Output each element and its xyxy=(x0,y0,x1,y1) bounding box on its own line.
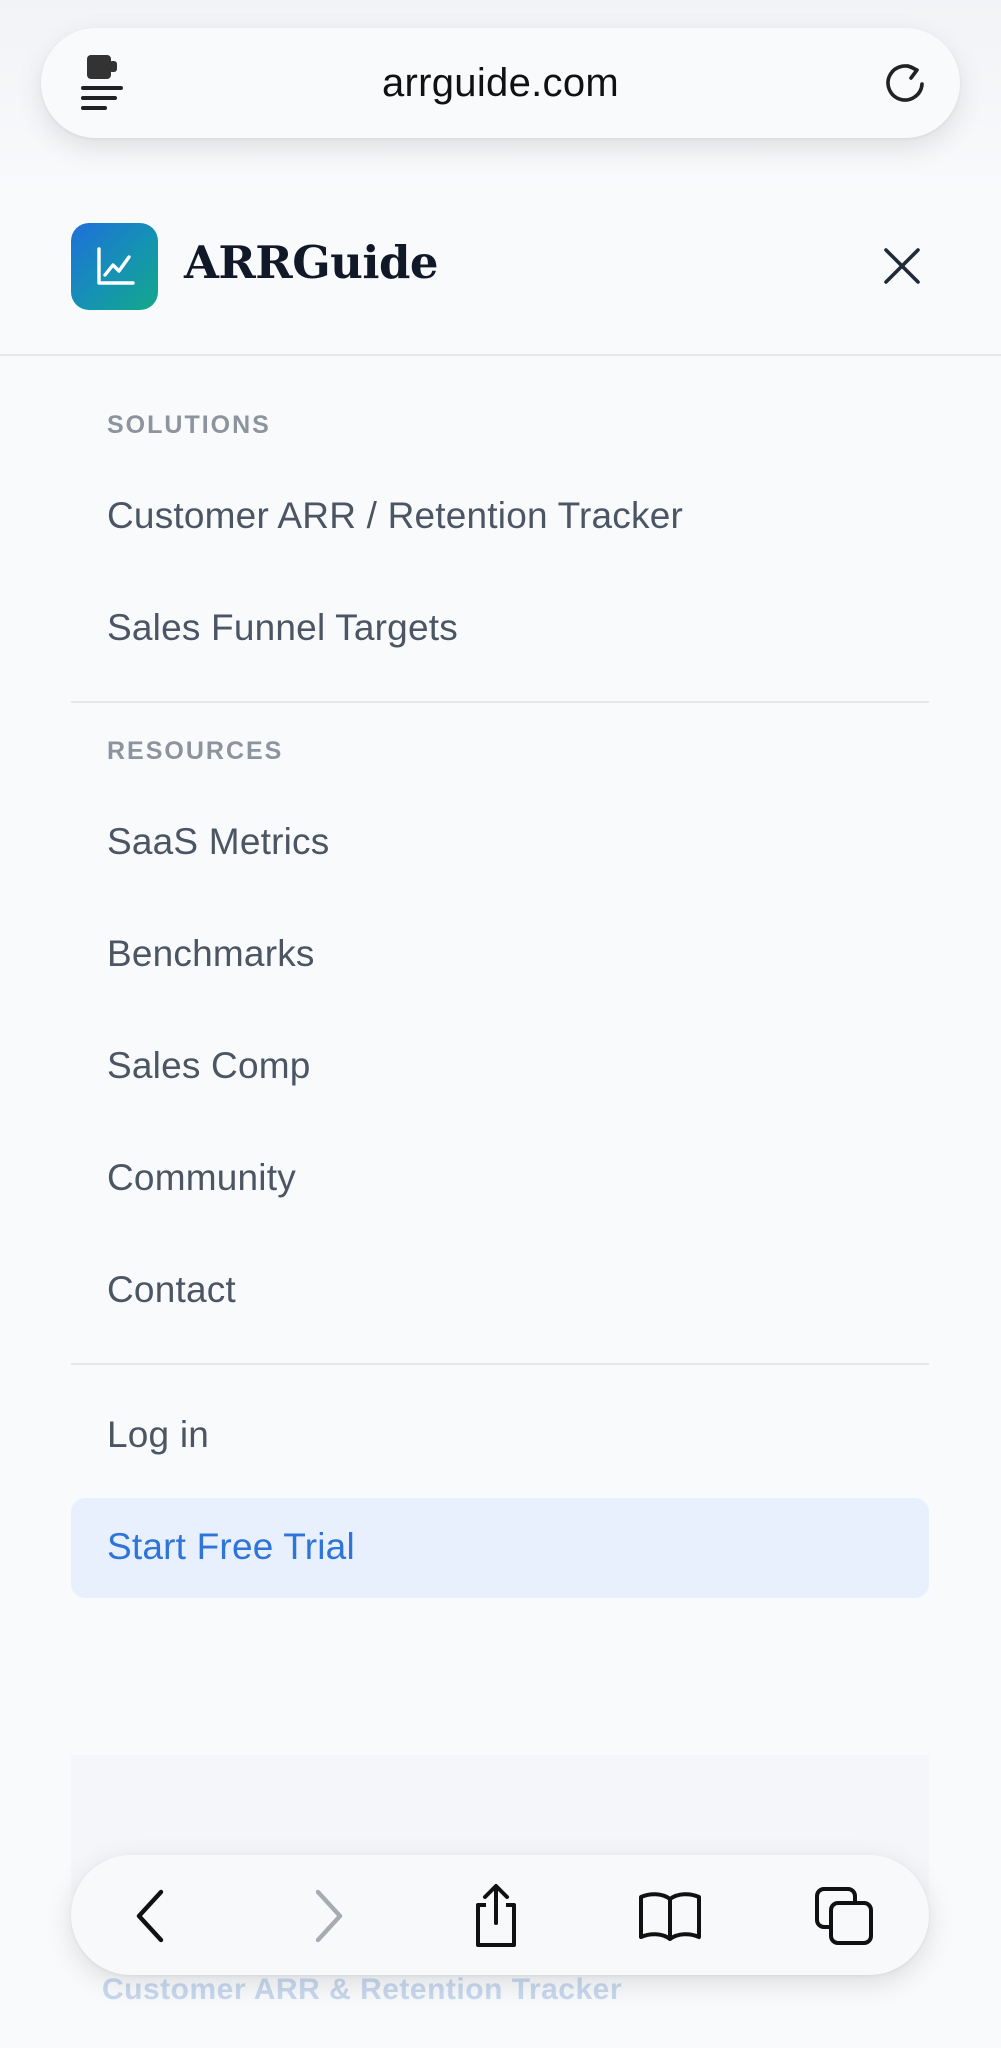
start-free-trial-label: Start Free Trial xyxy=(107,1526,355,1567)
chevron-left-icon xyxy=(136,1889,164,1943)
login-link[interactable]: Log in xyxy=(107,1414,209,1456)
menu-item-sales-comp[interactable]: Sales Comp xyxy=(107,1045,311,1087)
close-icon xyxy=(884,248,920,284)
share-button[interactable] xyxy=(461,1881,531,1951)
reader-extension-icon[interactable] xyxy=(79,52,129,112)
background-link-text: Customer ARR & Retention Tracker xyxy=(102,1973,622,2006)
menu-item-saas-metrics[interactable]: SaaS Metrics xyxy=(107,821,329,863)
menu-item-sales-funnel-targets[interactable]: Sales Funnel Targets xyxy=(107,607,458,649)
brand-name[interactable]: ARRGuide xyxy=(184,236,439,289)
url-text[interactable]: arrguide.com xyxy=(382,61,619,106)
book-icon xyxy=(639,1892,701,1941)
menu-item-customer-arr-tracker[interactable]: Customer ARR / Retention Tracker xyxy=(107,495,683,537)
menu-item-contact[interactable]: Contact xyxy=(107,1269,236,1311)
forward-button[interactable] xyxy=(293,1881,363,1951)
section-label-resources: RESOURCES xyxy=(107,737,284,765)
divider xyxy=(71,1363,929,1365)
address-bar[interactable]: arrguide.com xyxy=(41,28,960,138)
site-header: ARRGuide xyxy=(0,200,1001,356)
menu-item-community[interactable]: Community xyxy=(107,1157,296,1199)
line-chart-icon[interactable] xyxy=(71,223,158,310)
divider xyxy=(71,701,929,703)
bookmarks-button[interactable] xyxy=(635,1881,705,1951)
start-free-trial-button[interactable]: Start Free Trial xyxy=(71,1498,929,1598)
share-icon xyxy=(476,1884,516,1947)
section-label-solutions: SOLUTIONS xyxy=(107,411,271,439)
reload-icon[interactable] xyxy=(884,62,928,106)
back-button[interactable] xyxy=(116,1881,186,1951)
tabs-icon xyxy=(815,1887,873,1945)
chevron-right-icon xyxy=(315,1889,343,1943)
browser-toolbar xyxy=(71,1855,929,1975)
close-menu-button[interactable] xyxy=(878,242,926,290)
tabs-button[interactable] xyxy=(809,1881,879,1951)
menu-item-benchmarks[interactable]: Benchmarks xyxy=(107,933,315,975)
